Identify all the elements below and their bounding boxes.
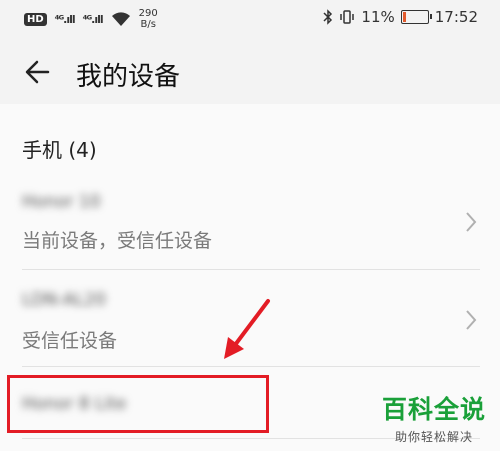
network-speed-value: 290 [138,8,158,19]
status-right: 11% 17:52 [323,8,478,26]
device-list-panel: 手机 (4) Honor 10 当前设备，受信任设备 LDN-AL20 受信任设… [0,104,500,451]
vibrate-icon [340,10,355,24]
page-title: 我的设备 [76,62,181,92]
divider [22,269,480,270]
signal-icon-2: ⁴ᴳ.ıll [82,12,104,26]
section-title: 手机 (4) [22,138,97,162]
device-row[interactable]: Honor 10 当前设备，受信任设备 [0,182,500,268]
watermark-main: 百科全说 [381,395,486,424]
chevron-right-icon [466,212,477,232]
watermark-sub: 助你轻松解决 [394,430,473,444]
chevron-right-icon [466,310,477,330]
bluetooth-icon [323,9,333,25]
back-arrow-icon[interactable] [20,54,56,90]
header: 我的设备 [0,44,500,100]
network-speed-unit: B/s [140,19,156,30]
watermark: 百科全说 助你轻松解决 [382,390,486,445]
highlight-box [7,375,269,433]
network-speed: 290 B/s [139,8,158,30]
hd-icon: HD [24,12,47,26]
battery-percent: 11% [361,8,395,26]
status-bar: HD ⁴ᴳ.ıll ⁴ᴳ.ıll 290 B/s 11% 17:52 [0,0,500,36]
device-name: Honor 10 [22,192,101,212]
status-left: HD ⁴ᴳ.ıll ⁴ᴳ.ıll 290 B/s [24,8,158,30]
device-name: LDN-AL20 [22,290,106,310]
divider [22,366,480,367]
battery-icon [400,10,432,24]
device-subtitle: 当前设备，受信任设备 [22,230,213,252]
screen: HD ⁴ᴳ.ıll ⁴ᴳ.ıll 290 B/s 11% 17:52 我的设备 … [0,0,500,451]
signal-icon-1: ⁴ᴳ.ıll [54,12,76,26]
red-arrow-icon [224,299,270,359]
clock: 17:52 [434,8,478,26]
device-subtitle: 受信任设备 [22,330,118,352]
wifi-icon [111,12,130,26]
